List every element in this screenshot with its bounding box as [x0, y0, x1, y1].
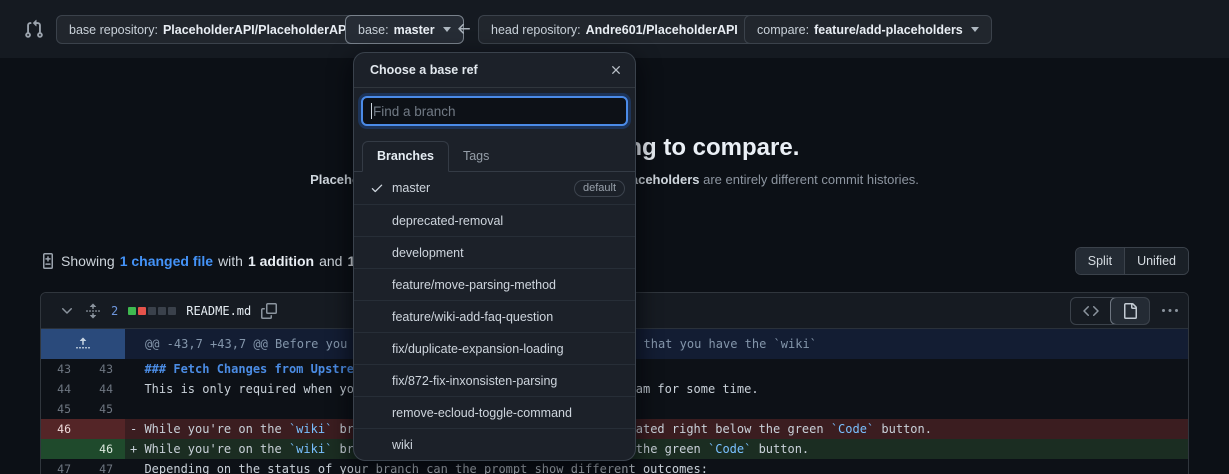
summary-prefix: Showing: [61, 253, 115, 269]
base-repository-label: base repository:: [69, 23, 158, 37]
base-repository-value: PlaceholderAPI/PlaceholderAPI: [163, 23, 350, 37]
ref-type-tabs: Branches Tags: [354, 142, 635, 172]
chevron-down-icon[interactable]: [59, 303, 75, 319]
search-placeholder: Find a branch: [373, 104, 456, 119]
code-text: - While you're on the `wiki` branch, you…: [125, 419, 1188, 439]
branch-name: feature/wiki-add-faq-question: [392, 310, 625, 324]
copy-icon[interactable]: [261, 303, 277, 319]
branch-item-wiki[interactable]: wiki: [354, 428, 635, 460]
branch-name: development: [392, 246, 625, 260]
branch-item-feature/wiki-add-faq-question[interactable]: feature/wiki-add-faq-question: [354, 300, 635, 332]
summary-text: and: [319, 253, 342, 269]
compare-toolbar: base repository: PlaceholderAPI/Placehold…: [0, 0, 1229, 58]
branch-item-master[interactable]: masterdefault: [354, 172, 635, 204]
caret-down-icon: [443, 27, 451, 32]
git-compare-icon: [24, 19, 44, 39]
branch-item-feature/move-parsing-method[interactable]: feature/move-parsing-method: [354, 268, 635, 300]
new-line-number[interactable]: 43: [83, 359, 125, 379]
diff-line-47: 4747 Depending on the status of your bra…: [41, 459, 1188, 474]
expand-up-icon[interactable]: [41, 329, 125, 359]
branch-list: masterdefault deprecated-removal developme…: [354, 172, 635, 460]
code-text: This is only required when your fork has…: [125, 379, 1188, 399]
summary-text: with: [218, 253, 243, 269]
old-line-number[interactable]: 46: [41, 419, 83, 439]
head-repository-label: head repository:: [491, 23, 581, 37]
base-ref-menu: Choose a base ref Find a branch Branches…: [353, 52, 636, 461]
compare-ref-label: compare:: [757, 23, 809, 37]
diff-display-toggle: [1070, 297, 1150, 325]
old-line-number[interactable]: [41, 439, 83, 459]
new-line-number[interactable]: 45: [83, 399, 125, 419]
diffstat-addition-square: [128, 307, 136, 315]
code-text: + While you're on the `wiki` branch, you…: [125, 439, 1188, 459]
arrow-left-icon: [456, 21, 472, 37]
new-line-number[interactable]: 44: [83, 379, 125, 399]
branch-item-development[interactable]: development: [354, 236, 635, 268]
message-text: are entirely different commit histories.: [700, 172, 919, 187]
code-text: Depending on the status of your branch c…: [125, 459, 1188, 474]
branch-item-remove-ecloud-toggle-command[interactable]: remove-ecloud-toggle-command: [354, 396, 635, 428]
branch-name: fix/duplicate-expansion-loading: [392, 342, 625, 356]
old-line-number[interactable]: 43: [41, 359, 83, 379]
branch-name: master: [392, 181, 574, 195]
source-view-button[interactable]: [1071, 298, 1111, 324]
ref-menu-title: Choose a base ref: [370, 63, 609, 77]
new-line-number[interactable]: 47: [83, 459, 125, 474]
diffstat-neutral-square: [168, 307, 176, 315]
old-line-number[interactable]: 47: [41, 459, 83, 474]
branch-item-fix/duplicate-expansion-loading[interactable]: fix/duplicate-expansion-loading: [354, 332, 635, 364]
diff-view-toggle: Split Unified: [1075, 247, 1189, 275]
compare-page: base repository: PlaceholderAPI/Placehold…: [0, 0, 1229, 474]
code-text: [125, 399, 1188, 419]
branch-name: feature/move-parsing-method: [392, 278, 625, 292]
file-name: README.md: [186, 304, 251, 318]
check-icon: [370, 181, 392, 195]
tab-tags[interactable]: Tags: [449, 142, 503, 171]
tab-branches[interactable]: Branches: [362, 141, 449, 172]
file-diff-icon: [40, 253, 56, 269]
branch-item-deprecated-removal[interactable]: deprecated-removal: [354, 204, 635, 236]
unified-view-button[interactable]: Unified: [1124, 248, 1188, 274]
rich-diff-button[interactable]: [1110, 297, 1150, 325]
base-ref-value: master: [394, 23, 435, 37]
branch-name: deprecated-removal: [392, 214, 625, 228]
head-repository-selector[interactable]: head repository: Andre601/PlaceholderAPI: [478, 15, 767, 44]
close-icon[interactable]: [609, 63, 623, 77]
branch-item-fix/872-fix-inxonsisten-parsing[interactable]: fix/872-fix-inxonsisten-parsing: [354, 364, 635, 396]
old-line-number[interactable]: 45: [41, 399, 83, 419]
unfold-icon[interactable]: [85, 303, 101, 319]
compare-ref-value: feature/add-placeholders: [814, 23, 963, 37]
hunk-header-text: @@ -43,7 +43,7 @@ Before you make any ch…: [125, 329, 1188, 359]
base-ref-label: base:: [358, 23, 389, 37]
base-repository-selector[interactable]: base repository: PlaceholderAPI/Placehold…: [56, 15, 379, 44]
changed-lines-count: 2: [111, 304, 118, 318]
base-ref-selector[interactable]: base: master: [345, 15, 464, 44]
branch-name: fix/872-fix-inxonsisten-parsing: [392, 374, 625, 388]
additions-count: 1 addition: [248, 253, 314, 269]
new-line-number[interactable]: [83, 419, 125, 439]
diffstat-deletion-square: [138, 307, 146, 315]
code-text: ### Fetch Changes from Upstream: [125, 359, 1188, 379]
kebab-menu-icon[interactable]: [1162, 303, 1178, 319]
default-badge: default: [574, 180, 625, 197]
compare-ref-selector[interactable]: compare: feature/add-placeholders: [744, 15, 992, 44]
new-line-number[interactable]: 46: [83, 439, 125, 459]
branch-name: remove-ecloud-toggle-command: [392, 406, 625, 420]
diffstat-squares: [128, 307, 176, 315]
branch-search-input[interactable]: Find a branch: [361, 96, 628, 126]
text-caret: [371, 103, 372, 119]
old-line-number[interactable]: 44: [41, 379, 83, 399]
changed-files-link[interactable]: 1 changed file: [120, 253, 213, 269]
split-view-button[interactable]: Split: [1076, 248, 1124, 274]
diffstat-neutral-square: [158, 307, 166, 315]
ref-menu-header: Choose a base ref: [354, 53, 635, 88]
ref-filter-area: Find a branch: [354, 88, 635, 132]
caret-down-icon: [971, 27, 979, 32]
diffstat-neutral-square: [148, 307, 156, 315]
branch-name: wiki: [392, 438, 625, 452]
head-repository-value: Andre601/PlaceholderAPI: [586, 23, 738, 37]
